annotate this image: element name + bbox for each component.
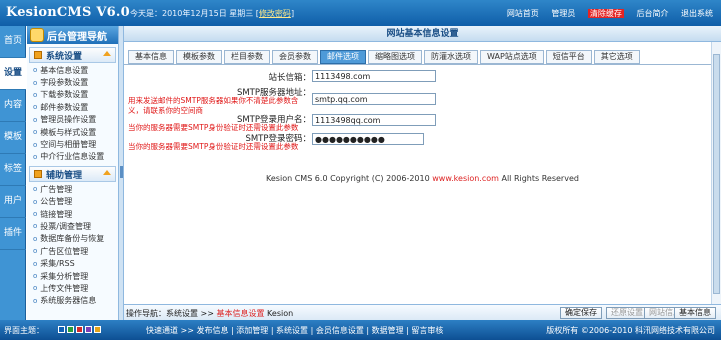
theme-swatch[interactable]: [94, 326, 101, 333]
splitter-grip-icon[interactable]: [120, 166, 123, 178]
admin-email-label: 站长信箱：: [268, 73, 311, 83]
sidebar-item[interactable]: 数据库备份与恢复: [27, 233, 118, 245]
smtp-server-field[interactable]: [312, 93, 436, 105]
theme-swatches: [58, 326, 103, 333]
quick-links[interactable]: 快速通道 >> 发布信息 | 添加管理 | 系统设置 | 会员信息设置 | 数据…: [146, 325, 443, 336]
footer-bar: 界面主题： 快速通道 >> 发布信息 | 添加管理 | 系统设置 | 会员信息设…: [0, 320, 721, 340]
about-link[interactable]: 后台简介: [636, 9, 668, 18]
theme-label: 界面主题：: [4, 326, 44, 335]
sidebar-header: 后台管理导航: [27, 26, 118, 44]
theme-swatch[interactable]: [58, 326, 65, 333]
date-info: 今天是：2010年12月15日 星期三 [修改密码]: [130, 8, 294, 19]
collapse-chevron-icon[interactable]: [103, 51, 111, 56]
group-system-settings[interactable]: 系统设置: [29, 47, 116, 63]
left-tab-users[interactable]: 用户: [0, 186, 26, 218]
main-scrollbar[interactable]: [711, 42, 721, 304]
sidebar-item[interactable]: 基本信息设置: [27, 64, 118, 76]
sidebar-item[interactable]: 空间与相册管理: [27, 138, 118, 150]
admin-link[interactable]: 管理员: [551, 9, 575, 18]
sidebar-item[interactable]: 采集分析管理: [27, 270, 118, 282]
admin-avatar-icon: [30, 28, 44, 42]
theme-swatch[interactable]: [76, 326, 83, 333]
copyright: Kesion CMS 6.0 Copyright (C) 2006-2010 w…: [124, 174, 721, 183]
left-tab-home[interactable]: 首页: [0, 26, 26, 58]
basic-info-button[interactable]: 基本信息: [674, 307, 716, 319]
breadcrumb-suffix: Kesion: [267, 309, 294, 318]
date-text: 今天是：2010年12月15日 星期三 [: [130, 9, 259, 18]
operation-bar: 操作导航：系统设置 >> 基本信息设置 Kesion 确定保存 还原设置 网站信…: [124, 304, 721, 320]
collapse-chevron-icon[interactable]: [103, 170, 111, 176]
copyright-link[interactable]: www.kesion.com: [432, 174, 499, 183]
clear-cache-link[interactable]: 清除缓存: [587, 9, 624, 18]
save-button[interactable]: 确定保存: [560, 307, 602, 319]
date-close: ]: [290, 9, 295, 18]
breadcrumb: 操作导航：系统设置 >> 基本信息设置 Kesion: [126, 308, 293, 319]
sidebar-item[interactable]: 字段参数设置: [27, 76, 118, 88]
copyright-text: Kesion CMS 6.0 Copyright (C) 2006-2010: [266, 174, 430, 183]
sidebar-item[interactable]: 下载参数设置: [27, 89, 118, 101]
main-panel: 网站基本信息设置 基本信息 模板参数 栏目参数 会员参数 邮件选项 缩略图选项 …: [124, 26, 721, 320]
sidebar-item[interactable]: 模板与样式设置: [27, 126, 118, 138]
page-title: 网站基本信息设置: [124, 26, 721, 42]
sidebar-item[interactable]: 投票/调查管理: [27, 220, 118, 232]
change-password-link[interactable]: 修改密码: [259, 9, 291, 18]
sidebar-item[interactable]: 管理员操作设置: [27, 114, 118, 126]
group-title-label: 系统设置: [46, 51, 83, 62]
left-tab-plugins[interactable]: 插件: [0, 218, 26, 250]
group-title-label: 辅助管理: [46, 170, 83, 181]
sidebar-item[interactable]: 广告区位管理: [27, 245, 118, 257]
sidebar-item[interactable]: 邮件参数设置: [27, 101, 118, 113]
group-auxiliary[interactable]: 辅助管理: [29, 166, 116, 183]
app-logo: KesionCMS V6.0: [6, 5, 130, 20]
top-bar: KesionCMS V6.0 今天是：2010年12月15日 星期三 [修改密码…: [0, 0, 721, 26]
smtp-password-field[interactable]: [312, 133, 424, 145]
tab-basic[interactable]: 基本信息: [128, 50, 174, 64]
tab-template[interactable]: 模板参数: [176, 50, 222, 64]
footer-copyright: 版权所有 ©2006-2010 科汛网络技术有限公司: [546, 326, 715, 335]
smtp-user-field[interactable]: [312, 114, 436, 126]
smtp-password-hint: 当你的服务器需要SMTP身份验证时还需设置此参数: [128, 142, 299, 151]
tab-email[interactable]: 邮件选项: [320, 50, 366, 64]
sidebar: 后台管理导航 系统设置 基本信息设置 字段参数设置 下载参数设置 邮件参数设置 …: [27, 26, 119, 320]
admin-email-field[interactable]: [312, 70, 436, 82]
tab-thumbnail[interactable]: 缩略图选项: [368, 50, 422, 64]
sidebar-item[interactable]: 系统服务器信息: [27, 295, 118, 307]
tab-member[interactable]: 会员参数: [272, 50, 318, 64]
sidebar-item[interactable]: 广告管理: [27, 183, 118, 195]
tab-column[interactable]: 栏目参数: [224, 50, 270, 64]
sidebar-item[interactable]: 链接管理: [27, 208, 118, 220]
left-tab-labels[interactable]: 标签: [0, 154, 26, 186]
tab-wap[interactable]: WAP站点选项: [480, 50, 544, 64]
sidebar-item[interactable]: 上传文件管理: [27, 282, 118, 294]
left-tab-content[interactable]: 内容: [0, 90, 26, 122]
left-tab-settings[interactable]: 设置: [0, 58, 26, 90]
tab-divider: [124, 64, 721, 65]
left-tab-strip: 首页 设置 内容 模板 标签 用户 插件: [0, 26, 26, 320]
left-tab-templates[interactable]: 模板: [0, 122, 26, 154]
settings-tabs: 基本信息 模板参数 栏目参数 会员参数 邮件选项 缩略图选项 防灌水选项 WAP…: [128, 50, 642, 64]
sidebar-item[interactable]: 公告管理: [27, 196, 118, 208]
folder-icon: [34, 51, 42, 59]
tab-antispam[interactable]: 防灌水选项: [424, 50, 478, 64]
logout-link[interactable]: 退出系统: [681, 9, 713, 18]
tab-sms[interactable]: 短信平台: [545, 50, 592, 64]
tab-other[interactable]: 其它选项: [593, 50, 640, 64]
sidebar-item[interactable]: 采集/RSS: [27, 257, 118, 269]
sidebar-title: 后台管理导航: [47, 31, 107, 43]
folder-icon: [34, 170, 42, 179]
theme-swatch[interactable]: [67, 326, 74, 333]
theme-swatch[interactable]: [85, 326, 92, 333]
copyright-suffix: All Rights Reserved: [501, 174, 579, 183]
home-link[interactable]: 网站首页: [507, 9, 539, 18]
sidebar-item[interactable]: 中介行业信息设置: [27, 151, 118, 163]
restore-button[interactable]: 还原设置: [606, 307, 648, 319]
breadcrumb-current: 基本信息设置: [216, 309, 265, 318]
scrollbar-thumb[interactable]: [713, 54, 720, 294]
top-links: 网站首页 管理员 清除缓存 后台简介 退出系统: [497, 8, 713, 19]
breadcrumb-prefix: 操作导航：系统设置 >>: [126, 309, 214, 318]
